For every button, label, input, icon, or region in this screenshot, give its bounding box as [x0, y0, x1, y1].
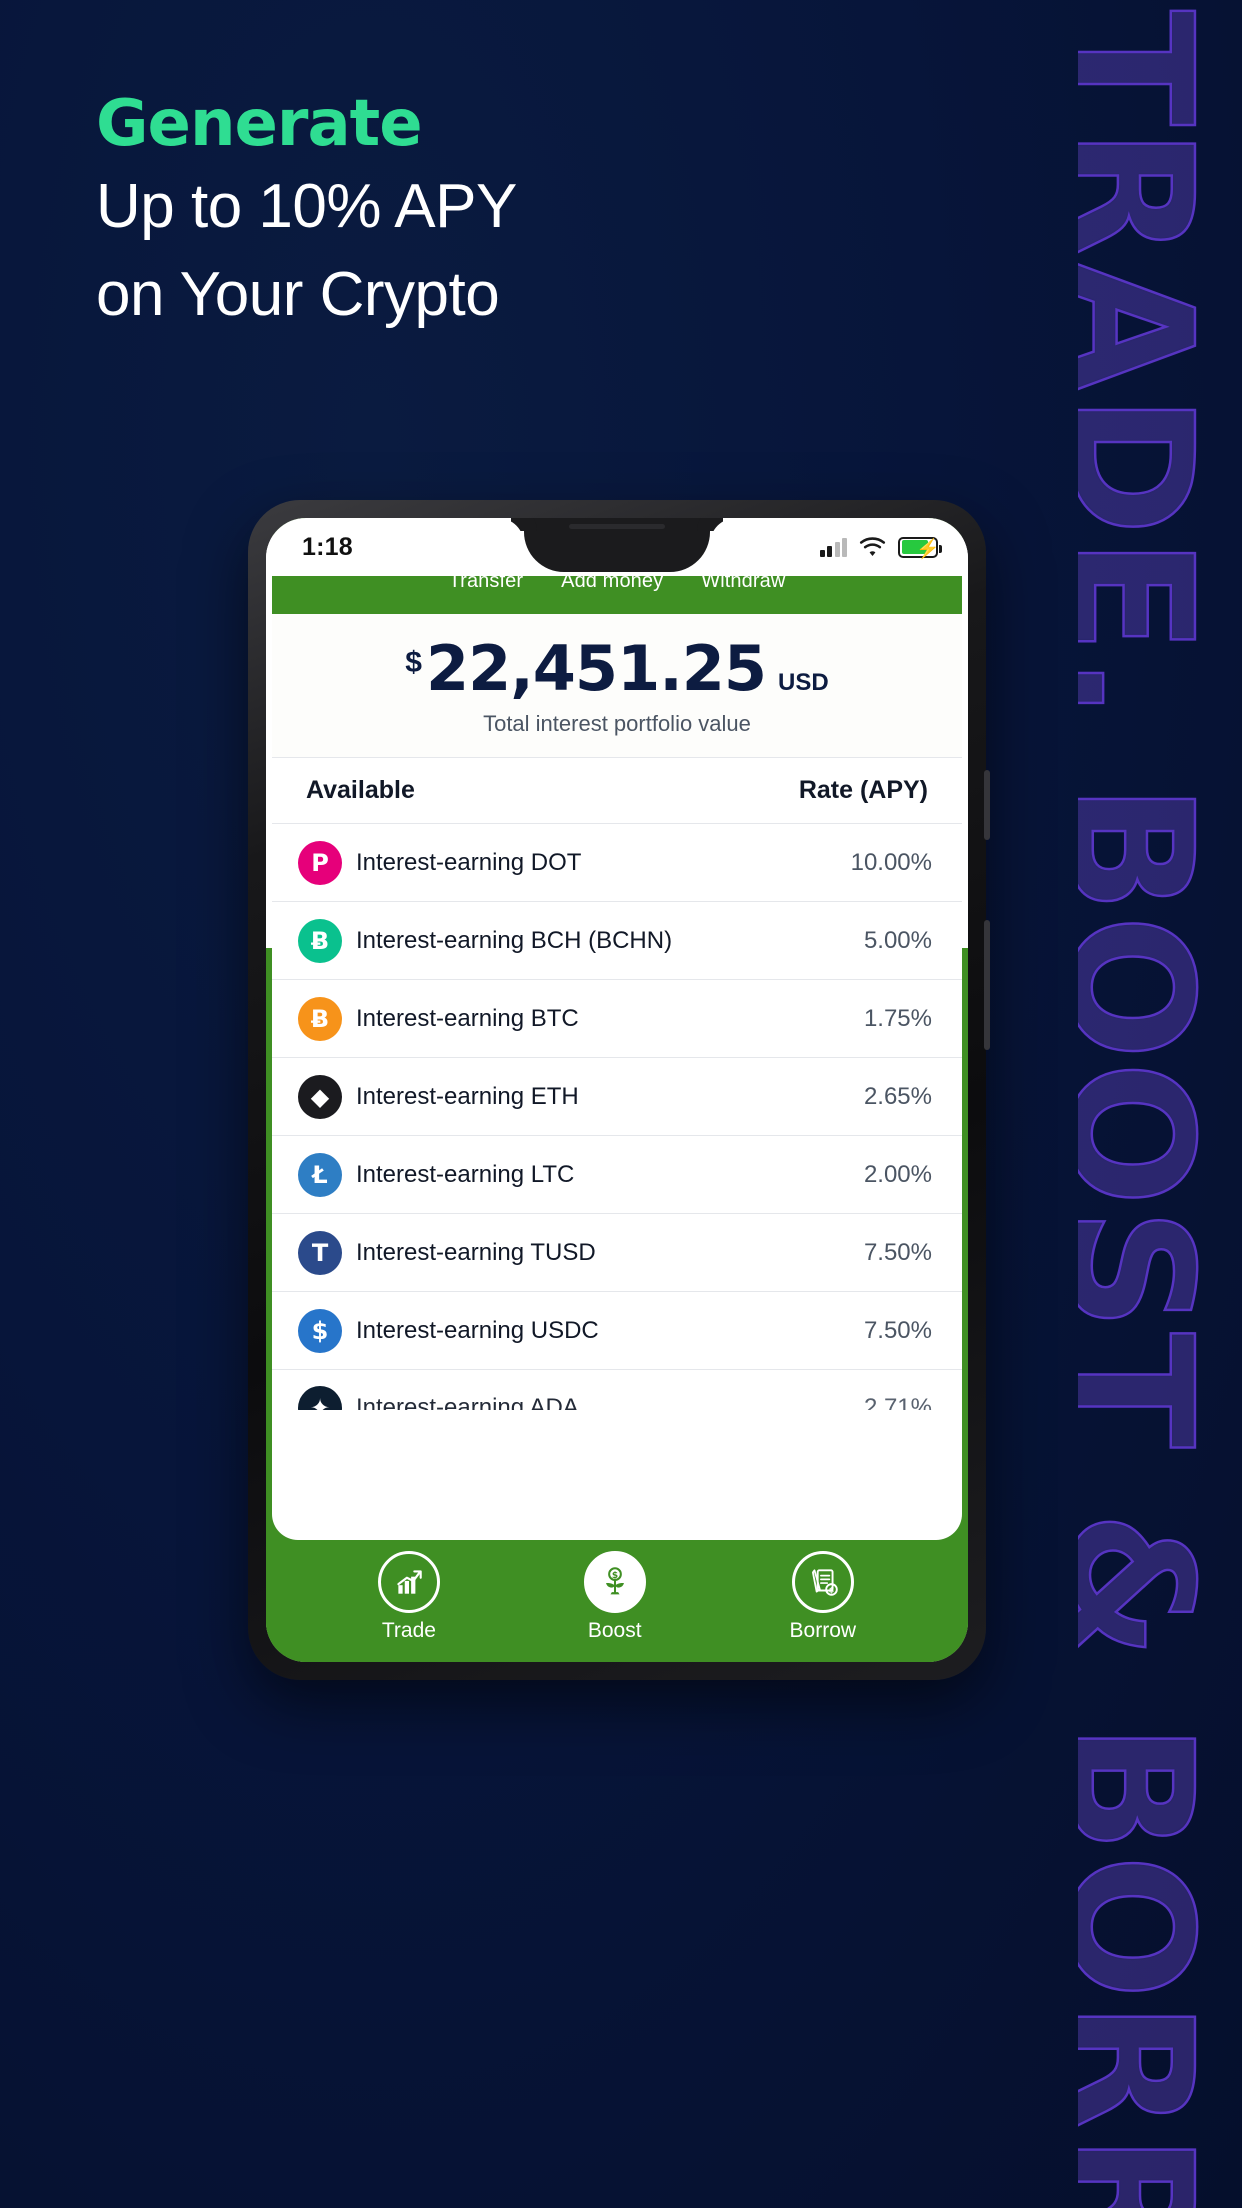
- wifi-icon: [859, 536, 886, 556]
- phone-screen: 1:18 ⚡ Transfer Add money Withdraw $ 22,…: [266, 518, 968, 1662]
- asset-rate: 7.50%: [863, 1238, 932, 1266]
- asset-rate: 1.75%: [863, 1004, 932, 1032]
- ethereum-coin-icon: ◆: [298, 1074, 342, 1119]
- litecoin-coin-icon: Ł: [298, 1152, 342, 1197]
- asset-label: Interest-earning ADA: [356, 1394, 579, 1410]
- table-row[interactable]: Ƀ Interest-earning BTC 1.75%: [272, 980, 962, 1058]
- nav-label-trade: Trade: [381, 1619, 436, 1642]
- asset-rate: 10.00%: [850, 848, 932, 876]
- asset-rate: 2.00%: [863, 1160, 932, 1188]
- headline-line-1: Up to 10% APY: [96, 172, 517, 242]
- bitcoin-cash-coin-icon: Ƀ: [298, 918, 342, 963]
- trueusd-coin-icon: T: [298, 1230, 342, 1275]
- table-row[interactable]: T Interest-earning TUSD 7.50%: [272, 1214, 962, 1292]
- borrow-circle: $: [791, 1551, 854, 1613]
- nav-label-boost: Boost: [587, 1619, 642, 1642]
- portfolio-balance: $ 22,451.25 USD Total interest portfolio…: [272, 614, 962, 758]
- currency-symbol: $: [405, 646, 422, 679]
- asset-rate: 5.00%: [863, 926, 932, 954]
- asset-label: Interest-earning DOT: [356, 848, 582, 876]
- balance-amount: 22,451.25: [425, 632, 767, 705]
- vertical-text-label: TRADE, BOOST & BORROW: [1078, 9, 1229, 2208]
- loan-document-icon: $: [811, 1569, 838, 1596]
- promo-screenshot: TRADE, BOOST & BORROW Generate Up to 10%…: [0, 0, 1242, 2208]
- nav-label-borrow: Borrow: [789, 1619, 857, 1642]
- money-plant-icon: $: [605, 1567, 624, 1595]
- table-row[interactable]: P Interest-earning DOT 10.00%: [272, 824, 962, 902]
- marketing-headline: Generate Up to 10% APY on Your Crypto: [96, 87, 816, 333]
- headline-accent: Generate: [96, 87, 423, 161]
- usdc-coin-icon: $: [298, 1308, 342, 1353]
- asset-label: Interest-earning BTC: [356, 1004, 579, 1032]
- table-row[interactable]: Ł Interest-earning LTC 2.00%: [272, 1136, 962, 1214]
- headline-line-2: on Your Crypto: [96, 259, 500, 329]
- table-row[interactable]: $ Interest-earning USDC 7.50%: [272, 1292, 962, 1370]
- app-content-card: Transfer Add money Withdraw $ 22,451.25 …: [272, 518, 962, 1540]
- vertical-marketing-text: TRADE, BOOST & BORROW: [1078, 0, 1242, 2208]
- column-header-available: Available: [306, 776, 415, 804]
- bitcoin-coin-icon: Ƀ: [298, 996, 342, 1041]
- nav-item-borrow[interactable]: $ Borrow: [789, 1551, 857, 1643]
- table-header: Available Rate (APY): [272, 758, 962, 824]
- cardano-coin-icon: ✦: [298, 1386, 342, 1410]
- battery-charging-icon: ⚡: [898, 536, 942, 560]
- asset-label: Interest-earning LTC: [356, 1160, 575, 1188]
- boost-circle: $: [583, 1551, 646, 1613]
- signal-bars-icon: [819, 537, 847, 557]
- column-header-rate: Rate (APY): [798, 776, 928, 804]
- chart-growth-icon: [397, 1570, 422, 1594]
- bottom-navigation: Trade $ Boost $ Borrow: [266, 1532, 968, 1662]
- asset-list: P Interest-earning DOT 10.00% Ƀ Interest-ear…: [272, 824, 962, 1410]
- status-icon-group: ⚡: [819, 536, 942, 560]
- nav-item-trade[interactable]: Trade: [377, 1551, 440, 1643]
- asset-label: Interest-earning TUSD: [356, 1238, 596, 1266]
- svg-text:$: $: [829, 1586, 834, 1595]
- asset-rate: 7.50%: [863, 1316, 932, 1344]
- table-row[interactable]: Ƀ Interest-earning BCH (BCHN) 5.00%: [272, 902, 962, 980]
- trade-circle: [377, 1551, 440, 1613]
- phone-power-button[interactable]: [984, 920, 990, 1050]
- polkadot-coin-icon: P: [298, 840, 342, 885]
- table-row[interactable]: ✦ Interest-earning ADA 2.71%: [272, 1370, 962, 1410]
- phone-mockup: 1:18 ⚡ Transfer Add money Withdraw $ 22,…: [248, 500, 990, 1680]
- phone-volume-button[interactable]: [984, 770, 990, 840]
- nav-item-boost[interactable]: $ Boost: [583, 1551, 646, 1643]
- asset-label: Interest-earning BCH (BCHN): [356, 926, 673, 954]
- status-clock: 1:18: [302, 532, 353, 561]
- table-row[interactable]: ◆ Interest-earning ETH 2.65%: [272, 1058, 962, 1136]
- asset-rate: 2.71%: [863, 1394, 932, 1410]
- asset-rate: 2.65%: [863, 1082, 932, 1110]
- balance-subtitle: Total interest portfolio value: [483, 711, 751, 736]
- asset-label: Interest-earning ETH: [356, 1082, 579, 1110]
- earpiece-speaker: [569, 524, 665, 529]
- asset-label: Interest-earning USDC: [356, 1316, 599, 1344]
- currency-code: USD: [778, 669, 829, 696]
